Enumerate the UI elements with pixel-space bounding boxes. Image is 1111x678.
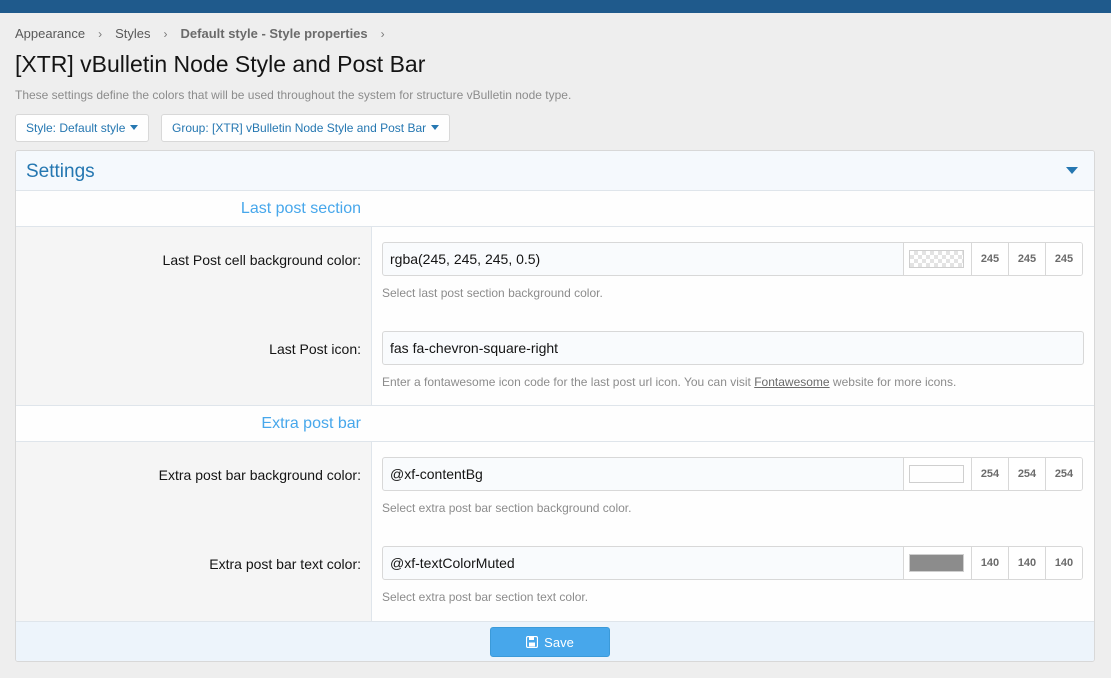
section-header-extra-post-bar: Extra post bar bbox=[16, 406, 1094, 442]
breadcrumb-separator-icon: › bbox=[163, 26, 168, 41]
style-filter-label: Style: Default style bbox=[26, 121, 126, 135]
panel-header[interactable]: Settings bbox=[16, 151, 1094, 191]
form-submit-row: Save bbox=[16, 621, 1094, 661]
settings-panel: Settings Last post section Last Post cel… bbox=[15, 150, 1095, 662]
section-rows-extra-post-bar: Extra post bar background color: @xf-con… bbox=[16, 442, 1094, 621]
save-label: Save bbox=[544, 634, 574, 650]
breadcrumb-style-properties[interactable]: Default style - Style properties bbox=[181, 26, 368, 41]
caret-down-icon bbox=[130, 125, 139, 130]
red-value: 245 bbox=[971, 243, 1008, 275]
color-value-text[interactable]: @xf-contentBg bbox=[383, 458, 903, 490]
page-title: [XTR] vBulletin Node Style and Post Bar bbox=[15, 51, 426, 77]
group-filter-label: Group: [XTR] vBulletin Node Style and Po… bbox=[172, 121, 427, 135]
caret-down-icon bbox=[431, 125, 440, 130]
top-header-bar bbox=[0, 0, 1111, 13]
color-swatch-button[interactable] bbox=[903, 547, 971, 579]
color-swatch bbox=[909, 465, 964, 483]
section-title: Last post section bbox=[240, 200, 361, 217]
breadcrumb-separator-icon: › bbox=[98, 26, 103, 41]
color-swatch bbox=[909, 554, 964, 572]
color-picker-input[interactable]: @xf-textColorMuted 140 140 140 bbox=[382, 546, 1083, 580]
explain-text: Enter a fontawesome icon code for the la… bbox=[382, 375, 755, 389]
color-swatch-button[interactable] bbox=[903, 458, 971, 490]
blue-value: 245 bbox=[1045, 243, 1082, 275]
field-explain: Enter a fontawesome icon code for the la… bbox=[382, 375, 956, 389]
red-value: 254 bbox=[971, 458, 1008, 490]
red-value: 140 bbox=[971, 547, 1008, 579]
blue-value: 140 bbox=[1045, 547, 1082, 579]
color-value-text[interactable]: @xf-textColorMuted bbox=[383, 547, 903, 579]
breadcrumb: Appearance › Styles › Default style - St… bbox=[15, 26, 398, 41]
section-rows-last-post: Last Post cell background color: rgba(24… bbox=[16, 227, 1094, 406]
fontawesome-link[interactable]: Fontawesome bbox=[754, 375, 829, 389]
group-filter-dropdown[interactable]: Group: [XTR] vBulletin Node Style and Po… bbox=[161, 114, 451, 142]
breadcrumb-appearance[interactable]: Appearance bbox=[15, 26, 85, 41]
color-value-text[interactable]: rgba(245, 245, 245, 0.5) bbox=[383, 243, 903, 275]
row-label: Last Post cell background color: bbox=[162, 252, 361, 268]
green-value: 140 bbox=[1008, 547, 1045, 579]
color-swatch-button[interactable] bbox=[903, 243, 971, 275]
green-value: 245 bbox=[1008, 243, 1045, 275]
breadcrumb-separator-icon: › bbox=[380, 26, 385, 41]
color-swatch bbox=[909, 250, 964, 268]
row-label: Last Post icon: bbox=[269, 341, 361, 357]
chevron-down-icon[interactable] bbox=[1066, 167, 1078, 174]
breadcrumb-styles[interactable]: Styles bbox=[115, 26, 150, 41]
color-picker-input[interactable]: rgba(245, 245, 245, 0.5) 245 245 245 bbox=[382, 242, 1083, 276]
field-explain: Select extra post bar section text color… bbox=[382, 590, 589, 604]
blue-value: 254 bbox=[1045, 458, 1082, 490]
row-label: Extra post bar text color: bbox=[209, 556, 361, 572]
green-value: 254 bbox=[1008, 458, 1045, 490]
color-picker-input[interactable]: @xf-contentBg 254 254 254 bbox=[382, 457, 1083, 491]
style-filter-dropdown[interactable]: Style: Default style bbox=[15, 114, 150, 142]
explain-text: website for more icons. bbox=[829, 375, 957, 389]
page-description: These settings define the colors that wi… bbox=[15, 88, 572, 102]
panel-title: Settings bbox=[26, 161, 95, 182]
icon-code-input[interactable]: fas fa-chevron-square-right bbox=[382, 331, 1084, 365]
field-explain: Select extra post bar section background… bbox=[382, 501, 632, 515]
save-button[interactable]: Save bbox=[490, 627, 610, 657]
section-header-last-post: Last post section bbox=[16, 191, 1094, 227]
field-explain: Select last post section background colo… bbox=[382, 286, 603, 300]
save-icon bbox=[526, 635, 539, 649]
section-title: Extra post bar bbox=[261, 415, 361, 432]
row-label: Extra post bar background color: bbox=[158, 467, 361, 483]
